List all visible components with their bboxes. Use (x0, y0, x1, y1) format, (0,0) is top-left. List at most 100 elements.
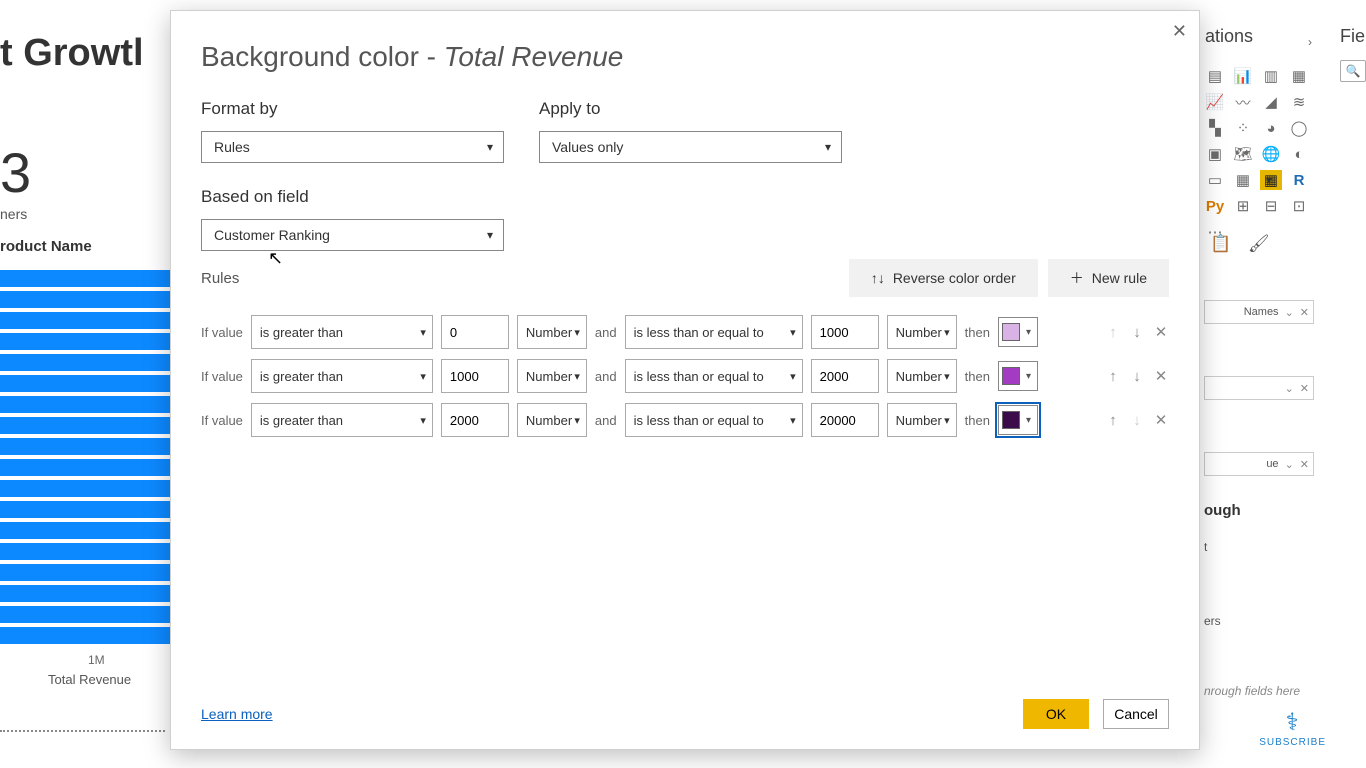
rule-value2-input[interactable] (811, 403, 879, 437)
dna-icon: ⚕ (1259, 708, 1326, 737)
viz-map-icon[interactable]: 🗺 (1232, 144, 1254, 164)
sort-icon: ↑↓ (871, 270, 885, 286)
field-well-label: ue (1266, 458, 1278, 470)
visualization-type-grid: ▤ 📊 ▥ ▦ 📈 〰 ◢ ≋ ▚ ⁘ ◕ ◯ ▣ 🗺 🌐 ◐ ▭ ▦ ▦ R … (1204, 66, 1334, 242)
move-rule-down-icon[interactable]: ↓ (1129, 324, 1145, 341)
field-well-label: Names (1244, 306, 1279, 318)
then-label: then (965, 413, 990, 428)
rule-color-swatch[interactable] (998, 361, 1038, 391)
viz-stacked-bar-icon[interactable]: ▤ (1204, 66, 1226, 86)
remove-field-icon[interactable]: ✕ (1300, 306, 1309, 319)
ok-button[interactable]: OK (1023, 699, 1089, 729)
based-on-field-dropdown[interactable]: Customer Ranking (201, 219, 504, 251)
close-dialog-button[interactable]: ✕ (1172, 21, 1187, 42)
rule-type2-dropdown[interactable]: Number (887, 359, 957, 393)
rule-value1-input[interactable] (441, 315, 509, 349)
move-rule-down-icon[interactable]: ↓ (1129, 368, 1145, 385)
if-value-label: If value (201, 325, 243, 340)
viz-card-icon[interactable]: ▭ (1204, 170, 1226, 190)
then-label: then (965, 325, 990, 340)
viz-treemap-icon[interactable]: ▣ (1204, 144, 1226, 164)
rule-color-swatch[interactable] (998, 405, 1038, 435)
drillthrough-sub2: ers (1204, 614, 1221, 628)
apply-to-label: Apply to (539, 99, 842, 119)
dialog-title-measure: Total Revenue (444, 41, 624, 72)
rule-operator1-dropdown[interactable]: is greater than (251, 315, 433, 349)
reverse-label: Reverse color order (893, 270, 1016, 286)
remove-field-icon[interactable]: ✕ (1300, 382, 1309, 395)
rule-type2-dropdown[interactable]: Number (887, 315, 957, 349)
rule-row: If value is greater than Number and is less … (201, 403, 1169, 437)
viz-decomposition-icon[interactable]: ⊟ (1260, 196, 1282, 216)
rule-operator1-dropdown[interactable]: is greater than (251, 403, 433, 437)
rule-row: If valueis greater thanNumberandis less … (201, 359, 1169, 393)
rule-operator2-dropdown[interactable]: is less than or equal to (625, 359, 803, 393)
viz-key-influencers-icon[interactable]: ⊞ (1232, 196, 1254, 216)
rule-color-swatch[interactable] (998, 317, 1038, 347)
and-label: and (595, 413, 617, 428)
format-tab-icon[interactable]: 🖌 (1248, 234, 1270, 254)
rule-type1-dropdown[interactable]: Number (517, 359, 587, 393)
format-by-dropdown[interactable]: Rules (201, 131, 504, 163)
and-label: and (595, 369, 617, 384)
rule-type2-dropdown[interactable]: Number (887, 403, 957, 437)
viz-gauge-icon[interactable]: ◐ (1288, 144, 1310, 164)
delete-rule-icon[interactable]: ✕ (1153, 411, 1169, 429)
apply-to-value: Values only (552, 139, 623, 155)
apply-to-dropdown[interactable]: Values only (539, 131, 842, 163)
move-rule-up-icon[interactable]: ↑ (1105, 412, 1121, 429)
rule-value2-input[interactable] (811, 315, 879, 349)
viz-filled-map-icon[interactable]: 🌐 (1260, 144, 1282, 164)
viz-python-icon[interactable]: Py (1204, 196, 1226, 216)
cancel-button[interactable]: Cancel (1103, 699, 1169, 729)
rule-type1-dropdown[interactable]: Number (517, 403, 587, 437)
reverse-color-order-button[interactable]: ↑↓ Reverse color order (849, 259, 1038, 297)
bg-big-number: 3 (0, 140, 31, 205)
rule-value2-input[interactable] (811, 359, 879, 393)
chevron-down-icon[interactable]: ⌄ (1285, 458, 1294, 471)
learn-more-link[interactable]: Learn more (201, 706, 273, 722)
chevron-right-icon[interactable]: › (1308, 35, 1312, 49)
if-value-label: If value (201, 413, 243, 428)
field-well-names[interactable]: Names ⌄ ✕ (1204, 300, 1314, 324)
delete-rule-icon[interactable]: ✕ (1153, 323, 1169, 341)
rule-value1-input[interactable] (441, 403, 509, 437)
background-color-dialog: ✕ Background color - Total Revenue Forma… (170, 10, 1200, 750)
rule-operator2-dropdown[interactable]: is less than or equal to (625, 315, 803, 349)
viz-r-script-icon[interactable]: R (1288, 170, 1310, 190)
rule-operator1-dropdown[interactable]: is greater than (251, 359, 433, 393)
viz-stacked-area-icon[interactable]: ◢ (1260, 92, 1282, 112)
viz-ribbon-icon[interactable]: ≋ (1288, 92, 1310, 112)
viz-stacked-column-icon[interactable]: ▥ (1260, 66, 1282, 86)
search-fields-input[interactable]: 🔍 (1340, 60, 1366, 82)
search-icon: 🔍 (1346, 64, 1361, 78)
format-by-label: Format by (201, 99, 504, 119)
viz-waterfall-icon[interactable]: ▚ (1204, 118, 1226, 138)
delete-rule-icon[interactable]: ✕ (1153, 367, 1169, 385)
new-rule-button[interactable]: ＋ New rule (1048, 259, 1169, 297)
viz-pie-icon[interactable]: ◕ (1260, 118, 1282, 138)
move-rule-up-icon[interactable]: ↑ (1105, 368, 1121, 385)
viz-line-chart-icon[interactable]: 📈 (1204, 92, 1226, 112)
format-by-value: Rules (214, 139, 250, 155)
viz-scatter-icon[interactable]: ⁘ (1232, 118, 1254, 138)
rule-type1-dropdown[interactable]: Number (517, 315, 587, 349)
viz-matrix-icon[interactable]: ▦ (1260, 170, 1282, 190)
rule-operator2-dropdown[interactable]: is less than or equal to (625, 403, 803, 437)
chevron-down-icon[interactable]: ⌄ (1285, 306, 1294, 319)
viz-donut-icon[interactable]: ◯ (1288, 118, 1310, 138)
viz-clustered-column-icon[interactable]: ▦ (1288, 66, 1310, 86)
viz-qa-icon[interactable]: ⊡ (1288, 196, 1310, 216)
field-well-revenue[interactable]: ue ⌄ ✕ (1204, 452, 1314, 476)
fields-tab-icon[interactable]: 📋 (1210, 234, 1231, 254)
viz-area-chart-icon[interactable]: 〰 (1232, 92, 1254, 112)
viz-table-icon[interactable]: ▦ (1232, 170, 1254, 190)
drillthrough-sub1: t (1204, 540, 1207, 554)
bg-axis-tick: 1M (88, 653, 105, 667)
subscribe-watermark: ⚕ SUBSCRIBE (1259, 708, 1326, 748)
field-well-blank1[interactable]: ⌄ ✕ (1204, 376, 1314, 400)
rule-value1-input[interactable] (441, 359, 509, 393)
chevron-down-icon[interactable]: ⌄ (1285, 382, 1294, 395)
viz-clustered-bar-icon[interactable]: 📊 (1232, 66, 1254, 86)
remove-field-icon[interactable]: ✕ (1300, 458, 1309, 471)
